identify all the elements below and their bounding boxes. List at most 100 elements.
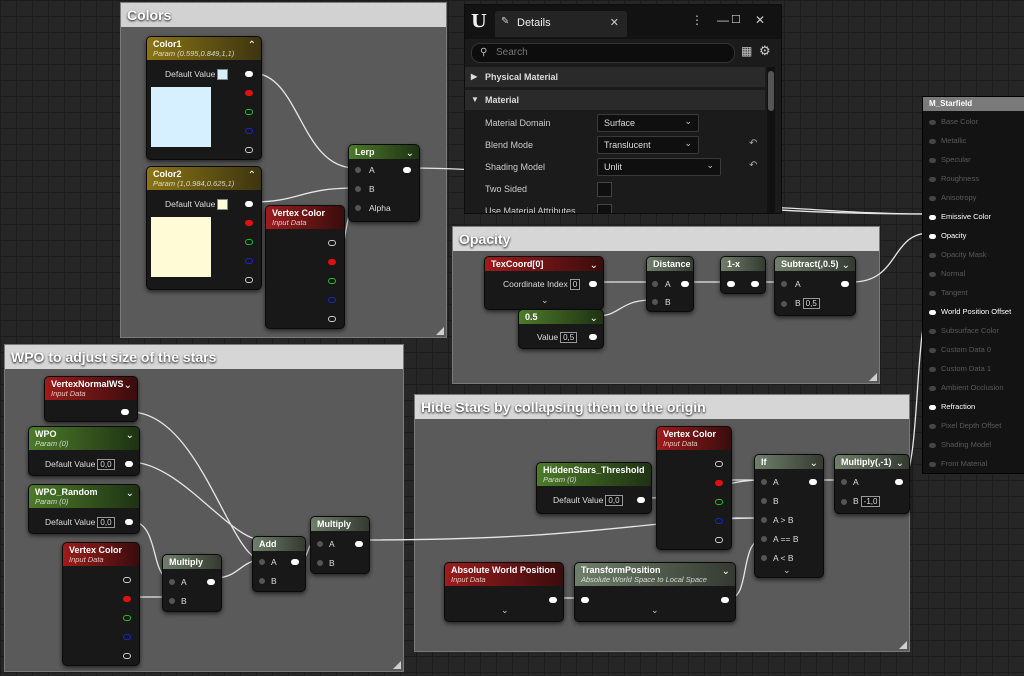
details-panel[interactable]: U ✎ Details ✕ ⋮ — ☐ ✕ ⚲ Search ▦ ⚙ ▶ Phy… (464, 4, 782, 214)
output-pin-r[interactable] (245, 220, 253, 226)
result-input-pin[interactable] (929, 138, 936, 144)
details-tab[interactable]: ✎ Details ✕ (495, 11, 627, 37)
result-pin-row[interactable]: Pixel Depth Offset (929, 421, 1001, 430)
color-swatch-small[interactable] (217, 199, 228, 210)
result-pin-row[interactable]: Metallic (929, 136, 966, 145)
result-pin-row[interactable]: Shading Model (929, 440, 991, 449)
input-pin[interactable] (727, 281, 735, 287)
result-input-pin[interactable] (929, 119, 936, 125)
collapse-icon[interactable]: ⌄ (722, 566, 730, 577)
node-vertex-color-1[interactable]: Vertex Color Input Data (265, 205, 345, 329)
node-lerp[interactable]: Lerp ⌄ A B Alpha (348, 144, 420, 222)
result-input-pin[interactable] (929, 214, 936, 220)
output-pin-rgb[interactable] (245, 71, 253, 77)
output-pin-rgb[interactable] (123, 577, 131, 583)
result-pin-row[interactable]: Emissive Color (929, 212, 991, 221)
output-pin-r[interactable] (245, 90, 253, 96)
input-pin-a-greater-b[interactable] (761, 517, 767, 523)
output-pin[interactable] (589, 334, 597, 340)
input-pin-alpha[interactable] (355, 205, 361, 211)
result-pin-row[interactable]: World Position Offset (929, 307, 1011, 316)
input-pin-a[interactable] (355, 167, 361, 173)
node-vertex-color-2[interactable]: Vertex Color Input Data (62, 542, 140, 666)
result-pin-row[interactable]: Custom Data 1 (929, 364, 991, 373)
output-pin-b[interactable] (715, 518, 723, 524)
result-input-pin[interactable] (929, 252, 936, 258)
default-value-field[interactable]: Default Value 0,0 (45, 459, 115, 470)
output-pin-g[interactable] (123, 615, 131, 621)
settings-gear-icon[interactable]: ⚙ (759, 43, 771, 59)
result-pin-row[interactable]: Subsurface Color (929, 326, 999, 335)
output-pin[interactable] (403, 167, 411, 173)
expand-icon[interactable]: ⌄ (541, 295, 549, 306)
output-pin[interactable] (681, 281, 689, 287)
input-pin-b[interactable] (781, 301, 787, 307)
collapse-icon[interactable]: ⌄ (126, 430, 134, 441)
collapse-icon[interactable]: ⌄ (406, 148, 414, 159)
input-pin-a[interactable] (652, 281, 658, 287)
output-pin[interactable] (125, 461, 133, 467)
output-pin[interactable] (841, 281, 849, 287)
collapse-icon[interactable]: ⌄ (126, 488, 134, 499)
collapse-icon[interactable]: ⌄ (842, 260, 850, 271)
input-pin-a[interactable] (317, 541, 323, 547)
result-pin-row[interactable]: Front Material (929, 459, 987, 468)
output-pin-rgb[interactable] (328, 240, 336, 246)
section-physical-material[interactable]: ▶ Physical Material (465, 67, 765, 87)
output-pin-a[interactable] (245, 277, 253, 283)
output-pin-g[interactable] (245, 109, 253, 115)
result-input-pin[interactable] (929, 290, 936, 296)
result-pin-row[interactable]: Specular (929, 155, 971, 164)
result-input-pin[interactable] (929, 404, 936, 410)
output-pin[interactable] (809, 479, 817, 485)
table-view-icon[interactable]: ▦ (741, 44, 752, 58)
result-pin-row[interactable]: Custom Data 0 (929, 345, 991, 354)
node-distance[interactable]: Distance A B (646, 256, 694, 312)
result-input-pin[interactable] (929, 157, 936, 163)
collapse-icon[interactable]: ⌄ (810, 458, 818, 469)
output-pin-rgb[interactable] (245, 201, 253, 207)
material-domain-dropdown[interactable]: Surface ⌄ (597, 114, 699, 132)
result-pin-row[interactable]: Anisotropy (929, 193, 976, 202)
result-input-pin[interactable] (929, 461, 936, 467)
input-pin-b[interactable] (317, 560, 323, 566)
result-input-pin[interactable] (929, 271, 936, 277)
collapse-icon[interactable]: ⌄ (590, 313, 598, 324)
output-pin-r[interactable] (328, 259, 336, 265)
output-pin[interactable] (121, 409, 129, 415)
result-input-pin[interactable] (929, 366, 936, 372)
node-absolute-world-position[interactable]: Absolute World Position Input Data ⌄ (444, 562, 564, 622)
result-pin-row[interactable]: Opacity (929, 231, 966, 240)
output-pin-rgb[interactable] (715, 461, 723, 467)
node-one-minus[interactable]: 1-x (720, 256, 766, 294)
output-pin-b[interactable] (245, 128, 253, 134)
node-multiply-neg1[interactable]: Multiply(,-1) ⌄ A B -1,0 (834, 454, 910, 514)
coordinate-index-field[interactable]: Coordinate Index 0 (503, 279, 581, 290)
collapse-icon[interactable]: ⌄ (590, 260, 598, 271)
result-input-pin[interactable] (929, 442, 936, 448)
input-pin-a[interactable] (781, 281, 787, 287)
close-window-icon[interactable]: ✕ (755, 13, 765, 27)
node-add[interactable]: Add A B (252, 536, 306, 592)
input-pin[interactable] (581, 597, 589, 603)
node-if[interactable]: If ⌄ A B A > B A == B A < B ⌄ (754, 454, 824, 578)
expand-icon[interactable]: ⌄ (501, 605, 509, 616)
collapse-icon[interactable]: ⌃ (248, 170, 256, 181)
result-input-pin[interactable] (929, 328, 936, 334)
result-pin-row[interactable]: Normal (929, 269, 965, 278)
color-swatch-small[interactable] (217, 69, 228, 80)
reset-to-default-icon[interactable]: ↶ (749, 138, 757, 149)
use-material-attributes-checkbox[interactable] (597, 204, 612, 213)
result-pin-row[interactable]: Opacity Mask (929, 250, 986, 259)
node-multiply-2[interactable]: Multiply A B (310, 516, 370, 574)
node-constant-05[interactable]: 0.5 ⌄ Value 0,5 (518, 309, 604, 349)
result-pin-row[interactable]: Tangent (929, 288, 968, 297)
input-pin-a-equal-b[interactable] (761, 536, 767, 542)
maximize-icon[interactable]: ☐ (731, 13, 741, 26)
details-scrollbar[interactable] (767, 67, 775, 213)
output-pin[interactable] (895, 479, 903, 485)
output-pin-g[interactable] (328, 278, 336, 284)
output-pin[interactable] (207, 579, 215, 585)
two-sided-checkbox[interactable] (597, 182, 612, 197)
output-pin-b[interactable] (328, 297, 336, 303)
